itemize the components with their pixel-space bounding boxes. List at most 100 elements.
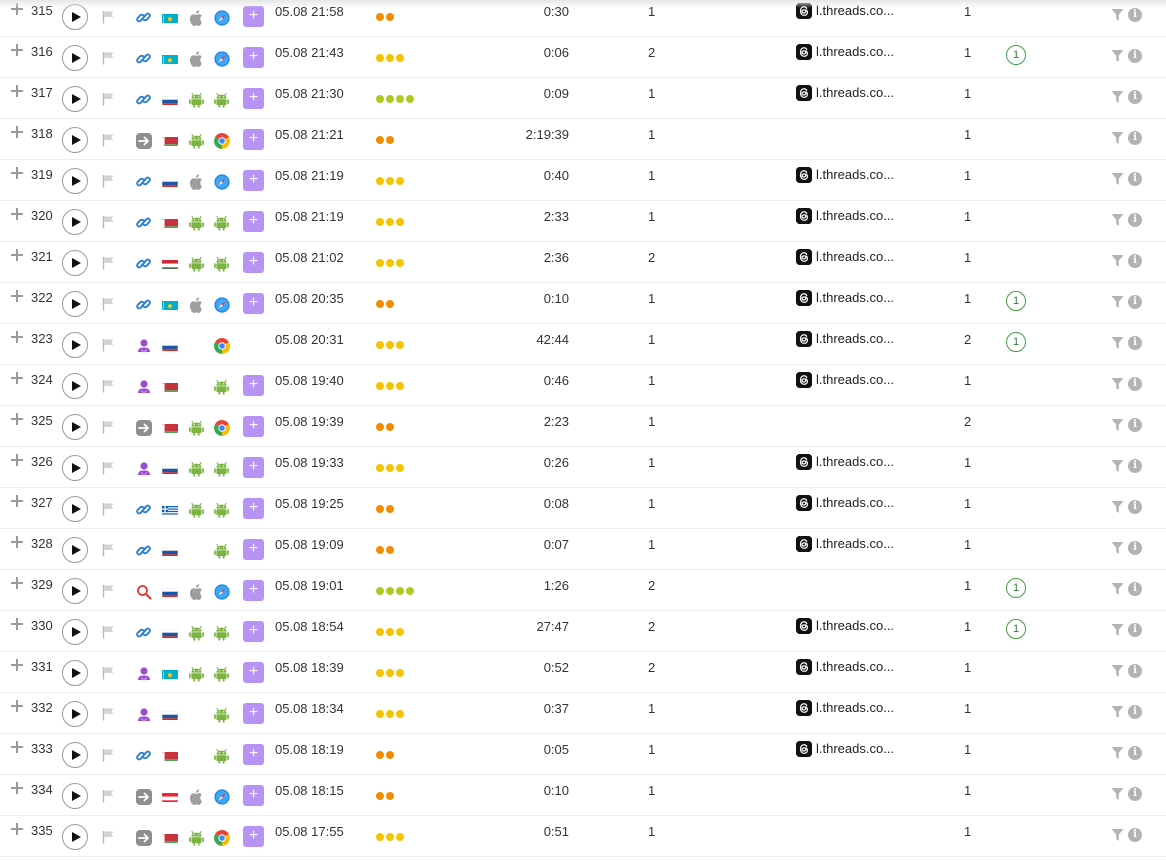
filter-icon[interactable] <box>1111 90 1124 109</box>
flag-icon[interactable] <box>102 297 115 316</box>
filter-icon[interactable] <box>1111 377 1124 396</box>
flag-icon[interactable] <box>102 830 115 849</box>
table-row[interactable]: 328 +05.08 19:09 0:07 1 l.threads.co... 1 i <box>0 529 1166 570</box>
referrer-link[interactable]: l.threads.co... <box>816 290 894 305</box>
add-goal-button[interactable]: + <box>243 88 264 109</box>
table-row[interactable]: 335 +05.08 17:55 0:51 1 1 i <box>0 816 1166 857</box>
referrer-link[interactable]: l.threads.co... <box>816 249 894 264</box>
table-row[interactable]: 331 +05.08 18:39 0:52 2 l.threads.co... 1 i <box>0 652 1166 693</box>
info-icon[interactable]: i <box>1128 541 1142 555</box>
goals-badge[interactable]: 1 <box>1006 291 1026 311</box>
expand-row-icon[interactable] <box>11 495 23 507</box>
add-goal-button[interactable]: + <box>243 293 264 314</box>
goals-badge[interactable]: 1 <box>1006 45 1026 65</box>
table-row[interactable]: 323 05.08 20:31 42:44 1 l.threads.co... 2 1 i <box>0 324 1166 365</box>
expand-row-icon[interactable] <box>11 782 23 794</box>
filter-icon[interactable] <box>1111 8 1124 27</box>
info-icon[interactable]: i <box>1128 254 1142 268</box>
filter-icon[interactable] <box>1111 787 1124 806</box>
referrer-link[interactable]: l.threads.co... <box>816 741 894 756</box>
goals-badge[interactable]: 1 <box>1006 578 1026 598</box>
info-icon[interactable]: i <box>1128 787 1142 801</box>
goals-badge[interactable]: 1 <box>1006 619 1026 639</box>
play-recording-button[interactable] <box>62 824 88 850</box>
play-recording-button[interactable] <box>62 86 88 112</box>
expand-row-icon[interactable] <box>11 700 23 712</box>
filter-icon[interactable] <box>1111 172 1124 191</box>
flag-icon[interactable] <box>102 420 115 439</box>
flag-icon[interactable] <box>102 215 115 234</box>
play-recording-button[interactable] <box>62 373 88 399</box>
info-icon[interactable]: i <box>1128 213 1142 227</box>
expand-row-icon[interactable] <box>11 536 23 548</box>
play-recording-button[interactable] <box>62 168 88 194</box>
table-row[interactable]: 330 +05.08 18:54 27:47 2 l.threads.co... 1 1 i <box>0 611 1166 652</box>
flag-icon[interactable] <box>102 625 115 644</box>
add-goal-button[interactable]: + <box>243 744 264 765</box>
play-recording-button[interactable] <box>62 742 88 768</box>
play-recording-button[interactable] <box>62 660 88 686</box>
expand-row-icon[interactable] <box>11 454 23 466</box>
info-icon[interactable]: i <box>1128 90 1142 104</box>
add-goal-button[interactable]: + <box>243 703 264 724</box>
filter-icon[interactable] <box>1111 213 1124 232</box>
info-icon[interactable]: i <box>1128 459 1142 473</box>
add-goal-button[interactable]: + <box>243 580 264 601</box>
play-recording-button[interactable] <box>62 455 88 481</box>
filter-icon[interactable] <box>1111 541 1124 560</box>
referrer-link[interactable]: l.threads.co... <box>816 618 894 633</box>
info-icon[interactable]: i <box>1128 295 1142 309</box>
play-recording-button[interactable] <box>62 701 88 727</box>
play-recording-button[interactable] <box>62 578 88 604</box>
filter-icon[interactable] <box>1111 828 1124 847</box>
referrer-link[interactable]: l.threads.co... <box>816 659 894 674</box>
filter-icon[interactable] <box>1111 705 1124 724</box>
filter-icon[interactable] <box>1111 295 1124 314</box>
table-row[interactable]: 322 +05.08 20:35 0:10 1 l.threads.co... 1 1 i <box>0 283 1166 324</box>
table-row[interactable]: 329 +05.08 19:01 1:26 2 1 1 i <box>0 570 1166 611</box>
filter-icon[interactable] <box>1111 254 1124 273</box>
expand-row-icon[interactable] <box>11 126 23 138</box>
table-row[interactable]: 315 +05.08 21:58 0:30 1 l.threads.co... 1 i <box>0 0 1166 37</box>
flag-icon[interactable] <box>102 92 115 111</box>
flag-icon[interactable] <box>102 379 115 398</box>
flag-icon[interactable] <box>102 748 115 767</box>
flag-icon[interactable] <box>102 502 115 521</box>
filter-icon[interactable] <box>1111 418 1124 437</box>
filter-icon[interactable] <box>1111 459 1124 478</box>
expand-row-icon[interactable] <box>11 3 23 15</box>
expand-row-icon[interactable] <box>11 413 23 425</box>
expand-row-icon[interactable] <box>11 167 23 179</box>
add-goal-button[interactable]: + <box>243 375 264 396</box>
add-goal-button[interactable]: + <box>243 416 264 437</box>
flag-icon[interactable] <box>102 256 115 275</box>
table-row[interactable]: 334 +05.08 18:15 0:10 1 1 i <box>0 775 1166 816</box>
add-goal-button[interactable]: + <box>243 129 264 150</box>
referrer-link[interactable]: l.threads.co... <box>816 44 894 59</box>
referrer-link[interactable]: l.threads.co... <box>816 3 894 18</box>
referrer-link[interactable]: l.threads.co... <box>816 331 894 346</box>
info-icon[interactable]: i <box>1128 377 1142 391</box>
info-icon[interactable]: i <box>1128 418 1142 432</box>
referrer-link[interactable]: l.threads.co... <box>816 208 894 223</box>
expand-row-icon[interactable] <box>11 741 23 753</box>
expand-row-icon[interactable] <box>11 331 23 343</box>
info-icon[interactable]: i <box>1128 172 1142 186</box>
flag-icon[interactable] <box>102 51 115 70</box>
play-recording-button[interactable] <box>62 45 88 71</box>
expand-row-icon[interactable] <box>11 577 23 589</box>
add-goal-button[interactable]: + <box>243 211 264 232</box>
table-row[interactable]: 324 +05.08 19:40 0:46 1 l.threads.co... 1 i <box>0 365 1166 406</box>
filter-icon[interactable] <box>1111 336 1124 355</box>
table-row[interactable]: 319 +05.08 21:19 0:40 1 l.threads.co... 1 i <box>0 160 1166 201</box>
table-row[interactable]: 333 +05.08 18:19 0:05 1 l.threads.co... 1 i <box>0 734 1166 775</box>
filter-icon[interactable] <box>1111 746 1124 765</box>
flag-icon[interactable] <box>102 707 115 726</box>
filter-icon[interactable] <box>1111 131 1124 150</box>
flag-icon[interactable] <box>102 174 115 193</box>
play-recording-button[interactable] <box>62 537 88 563</box>
referrer-link[interactable]: l.threads.co... <box>816 700 894 715</box>
table-row[interactable]: 321 +05.08 21:02 2:36 2 l.threads.co... 1 i <box>0 242 1166 283</box>
expand-row-icon[interactable] <box>11 249 23 261</box>
flag-icon[interactable] <box>102 338 115 357</box>
